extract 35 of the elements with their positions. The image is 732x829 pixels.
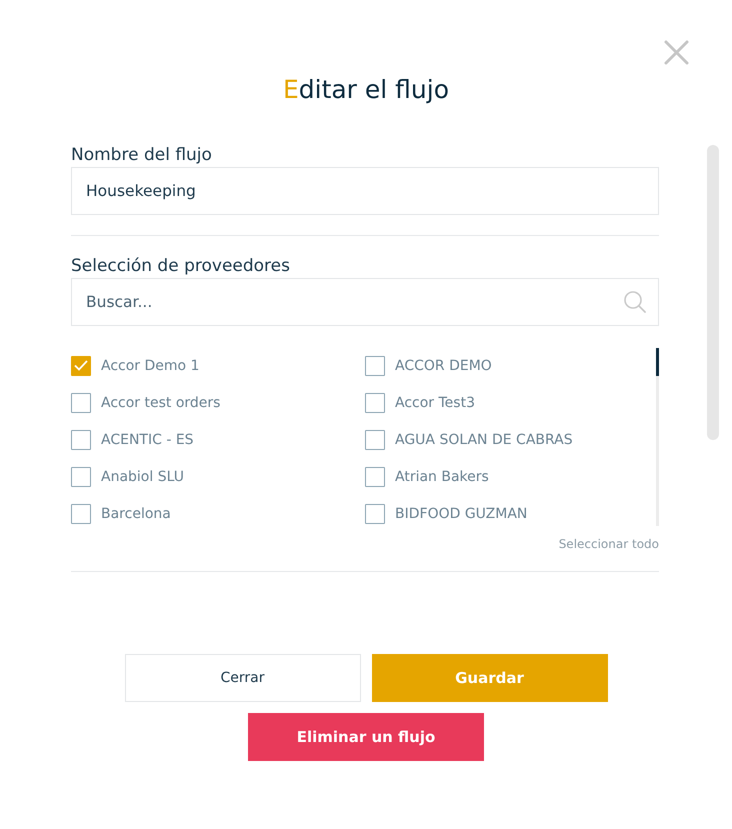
checkbox[interactable] — [71, 392, 91, 412]
field-label: Nombre del flujo — [71, 144, 212, 166]
checkbox[interactable] — [365, 392, 385, 412]
checkbox-label: Atrian Bakers — [395, 468, 489, 484]
dialog-title: Editar el flujo — [282, 75, 450, 105]
field-label: Selección de proveedores — [71, 255, 290, 277]
select-all-link[interactable]: Seleccionar todo — [558, 536, 659, 552]
checkbox-label: Barcelona — [101, 506, 171, 522]
checkbox[interactable] — [365, 504, 385, 524]
checkbox[interactable] — [365, 466, 385, 486]
save-button[interactable]: Guardar — [372, 654, 608, 702]
delete-flow-button[interactable]: Eliminar un flujo — [248, 713, 484, 761]
scrollbar-thumb[interactable] — [656, 348, 659, 376]
checkbox-label: Accor Test3 — [395, 394, 475, 410]
checkbox[interactable] — [71, 356, 91, 376]
checkbox-label: BIDFOOD GUZMAN — [395, 506, 528, 522]
search-field[interactable]: Buscar... — [71, 278, 659, 326]
search-icon — [624, 291, 646, 313]
checkbox-label: ACENTIC - ES — [101, 432, 194, 448]
checkbox-label: Accor Demo 1 — [101, 358, 200, 374]
checkbox[interactable] — [71, 466, 91, 486]
checkbox-label: ACCOR DEMO — [395, 358, 492, 374]
close-dialog-button[interactable]: Cerrar — [124, 654, 360, 702]
checkbox[interactable] — [365, 356, 385, 376]
checkbox[interactable] — [71, 430, 91, 450]
close-button[interactable] — [664, 40, 689, 65]
scrollbar-thumb[interactable] — [707, 145, 719, 440]
checkmark-icon — [74, 360, 88, 371]
checkbox-label: Anabiol SLU — [101, 468, 184, 484]
checkbox-label: Accor test orders — [101, 394, 220, 410]
checkbox[interactable] — [71, 504, 91, 524]
flow-name-field[interactable]: Housekeeping — [71, 167, 659, 215]
checkbox-label: AGUA SOLAN DE CABRAS — [395, 432, 573, 448]
checkbox[interactable] — [365, 430, 385, 450]
close-icon — [664, 40, 689, 65]
